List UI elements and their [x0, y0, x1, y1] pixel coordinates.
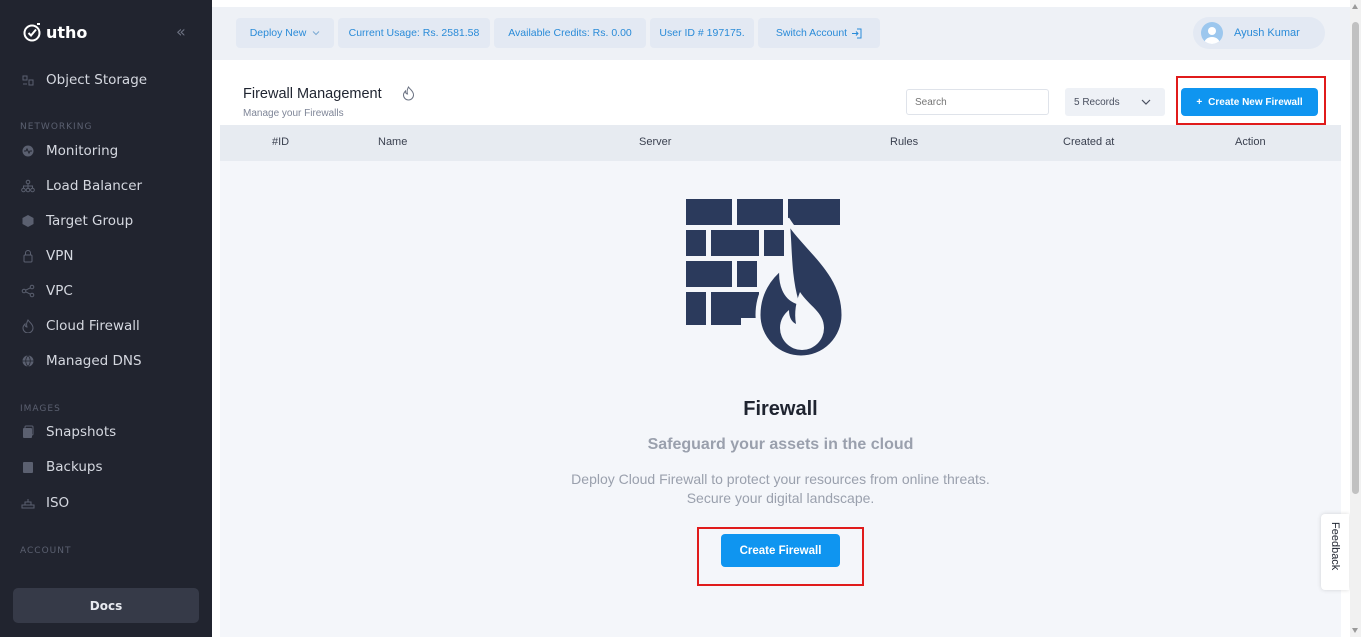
section-account: ACCOUNT: [20, 546, 72, 556]
backup-icon: [21, 460, 35, 474]
records-select[interactable]: 5 Records: [1065, 88, 1165, 116]
feedback-tab[interactable]: Feedback: [1321, 514, 1349, 590]
flame-icon: [402, 86, 415, 101]
snapshot-icon: [21, 425, 35, 439]
disc-icon: [21, 496, 35, 510]
brand-name: utho: [46, 22, 88, 42]
sidebar-item-label: Cloud Firewall: [46, 318, 140, 334]
firewall-card: Firewall Management Manage your Firewall…: [220, 67, 1341, 637]
scroll-down-icon[interactable]: [1352, 628, 1358, 633]
brand-logo[interactable]: utho: [22, 20, 87, 44]
sidebar-item-label: VPN: [46, 248, 74, 264]
collapse-sidebar-icon[interactable]: «: [176, 24, 190, 40]
column-rules: Rules: [890, 136, 919, 148]
search-input[interactable]: [906, 89, 1049, 115]
sidebar-item-iso[interactable]: ISO: [0, 488, 212, 518]
lock-icon: [21, 249, 35, 263]
current-usage-pill[interactable]: Current Usage: Rs. 2581.58: [338, 18, 490, 48]
column-created-at: Created at: [1063, 136, 1115, 148]
sidebar-item-label: Load Balancer: [46, 178, 143, 194]
avatar: [1201, 22, 1223, 44]
user-id-label: User ID # 197175.: [659, 27, 745, 39]
sidebar-item-label: Object Storage: [46, 72, 148, 88]
sidebar-item-label: Backups: [46, 459, 103, 475]
firewall-illustration-icon: [686, 199, 846, 357]
sidebar-item-label: ISO: [46, 495, 70, 511]
globe-icon: [21, 354, 35, 368]
sidebar-item-vpc[interactable]: VPC: [0, 276, 212, 306]
object-storage-icon: [21, 73, 35, 87]
empty-state-description: Deploy Cloud Firewall to protect your re…: [220, 470, 1341, 508]
records-label: 5 Records: [1074, 96, 1120, 108]
scrollbar-thumb[interactable]: [1352, 22, 1359, 494]
switch-account-button[interactable]: Switch Account: [758, 18, 880, 48]
page-title: Firewall Management: [243, 86, 382, 102]
sidebar: utho « Object Storage NETWORKING Monitor…: [0, 0, 212, 637]
card-header: Firewall Management Manage your Firewall…: [220, 67, 1341, 125]
switch-account-icon: [852, 28, 862, 38]
available-credits-pill[interactable]: Available Credits: Rs. 0.00: [494, 18, 646, 48]
sidebar-item-target-group[interactable]: Target Group: [0, 206, 212, 236]
page-subtitle: Manage your Firewalls: [243, 108, 344, 119]
column-id: #ID: [272, 136, 290, 148]
available-credits-label: Available Credits: Rs. 0.00: [508, 27, 632, 39]
section-networking: NETWORKING: [20, 122, 93, 132]
top-strip: [212, 0, 1350, 7]
highlight-box-create-firewall: [697, 527, 864, 586]
flame-icon: [21, 319, 35, 333]
column-action: Action: [1235, 136, 1266, 148]
table-header: #ID Name Server Rules Created at Action: [220, 125, 1341, 161]
highlight-box-create-new: [1176, 76, 1326, 125]
empty-state-description-line1: Deploy Cloud Firewall to protect your re…: [571, 471, 990, 487]
feedback-label: Feedback: [1329, 522, 1341, 571]
share-icon: [21, 284, 35, 298]
sidebar-item-label: Snapshots: [46, 424, 117, 440]
column-name: Name: [378, 136, 408, 148]
switch-account-label: Switch Account: [775, 27, 848, 39]
sidebar-item-label: VPC: [46, 283, 73, 299]
chevron-down-icon: [1141, 99, 1151, 105]
sidebar-item-label: Monitoring: [46, 143, 119, 159]
sidebar-item-snapshots[interactable]: Snapshots: [0, 417, 212, 447]
monitoring-icon: [21, 144, 35, 158]
deploy-new-label: Deploy New: [249, 27, 307, 39]
deploy-new-dropdown[interactable]: Deploy New: [236, 18, 334, 48]
sidebar-item-cloud-firewall[interactable]: Cloud Firewall: [0, 311, 212, 341]
sidebar-item-object-storage[interactable]: Object Storage: [0, 65, 212, 95]
empty-state-description-line2: Secure your digital landscape.: [686, 490, 875, 506]
section-images: IMAGES: [20, 404, 61, 414]
load-balancer-icon: [21, 179, 35, 193]
current-usage-label: Current Usage: Rs. 2581.58: [348, 27, 480, 39]
sidebar-item-label: Managed DNS: [46, 353, 142, 369]
sidebar-item-vpn[interactable]: VPN: [0, 241, 212, 271]
sidebar-item-load-balancer[interactable]: Load Balancer: [0, 171, 212, 201]
sidebar-item-managed-dns[interactable]: Managed DNS: [0, 346, 212, 376]
sidebar-item-label: Target Group: [46, 213, 134, 229]
column-server: Server: [639, 136, 672, 148]
chevron-down-icon: [312, 31, 320, 36]
docs-button[interactable]: Docs: [13, 588, 199, 623]
user-id-pill[interactable]: User ID # 197175.: [650, 18, 754, 48]
sidebar-item-monitoring[interactable]: Monitoring: [0, 136, 212, 166]
page-scrollbar[interactable]: [1350, 0, 1361, 637]
user-menu[interactable]: Ayush Kumar: [1193, 17, 1325, 49]
scroll-up-icon[interactable]: [1352, 4, 1358, 9]
user-name: Ayush Kumar: [1234, 27, 1300, 39]
empty-state-subtitle: Safeguard your assets in the cloud: [647, 436, 914, 453]
utho-logo-icon: [23, 23, 41, 42]
empty-state-title: Firewall: [743, 398, 818, 420]
sidebar-item-backups[interactable]: Backups: [0, 452, 212, 482]
target-group-icon: [21, 214, 35, 228]
